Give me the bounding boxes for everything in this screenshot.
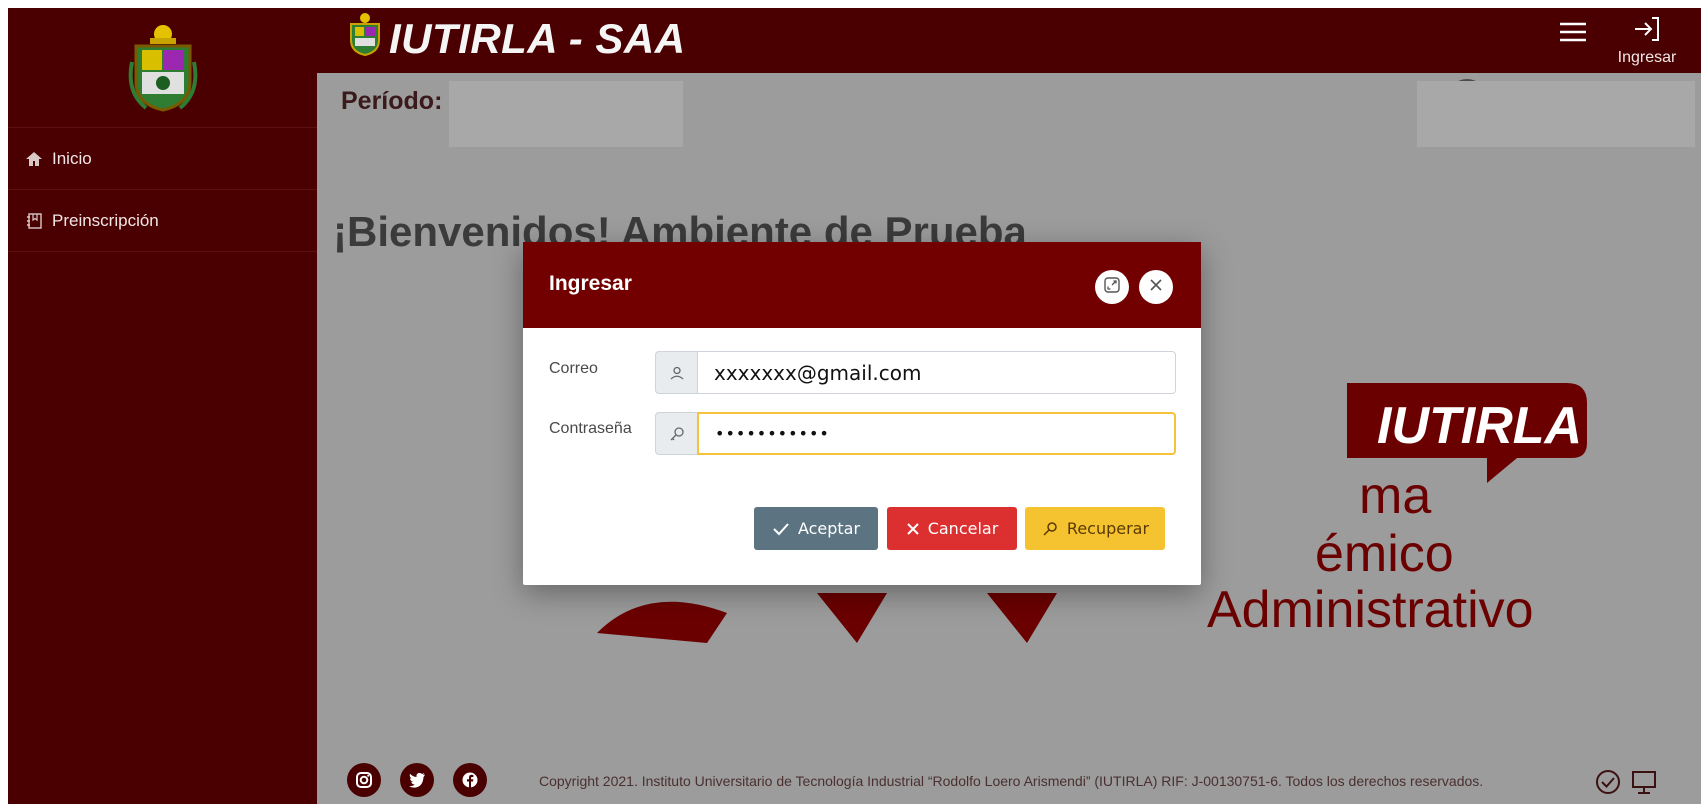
app-title-text: IUTIRLA - SAA (389, 15, 686, 62)
sidebar-logo (8, 8, 317, 128)
check-icon (772, 522, 790, 536)
brand-name: IUTIRLA (1377, 397, 1582, 455)
x-icon (906, 522, 920, 536)
close-button[interactable] (1139, 270, 1173, 304)
app-title: IUTIRLA - SAA (347, 12, 686, 66)
modal-title: Ingresar (549, 272, 632, 295)
instagram-icon[interactable] (347, 763, 381, 797)
sidebar-item-inicio[interactable]: Inicio (8, 128, 317, 190)
hamburger-menu-icon[interactable] (1557, 18, 1589, 46)
maximize-button[interactable] (1095, 270, 1129, 304)
login-modal: Ingresar Correo Contraseña Aceptar (523, 242, 1201, 585)
password-label: Contraseña (549, 420, 632, 437)
footer: Copyright 2021. Instituto Universitario … (317, 763, 1701, 804)
accept-label: Aceptar (797, 519, 861, 538)
recover-button[interactable]: Recuperar (1025, 507, 1165, 550)
brand-line1: ma (1359, 467, 1431, 525)
periodo-select[interactable] (449, 81, 683, 147)
user-info-box[interactable] (1417, 81, 1695, 147)
close-icon (1148, 277, 1164, 298)
home-icon (24, 149, 44, 169)
periodo-label: Período: (341, 87, 443, 115)
recover-label: Recuperar (1066, 519, 1150, 538)
twitter-icon[interactable] (400, 763, 434, 797)
crest-icon (347, 12, 383, 66)
login-icon (1607, 14, 1687, 49)
cancel-label: Cancelar (927, 519, 999, 538)
key-icon (1041, 520, 1059, 538)
copyright-text: Copyright 2021. Instituto Universitario … (539, 773, 1484, 789)
notebook-icon (24, 211, 44, 231)
email-field[interactable] (697, 351, 1176, 394)
app-frame: Inicio Preinscripción IUTIRLA - SAA Ingr… (8, 8, 1701, 804)
password-field[interactable] (697, 412, 1176, 455)
cancel-button[interactable]: Cancelar (887, 507, 1017, 550)
expand-icon (1103, 276, 1121, 299)
monitor-icon[interactable] (1629, 767, 1659, 797)
check-circle-icon[interactable] (1593, 767, 1623, 797)
login-button[interactable]: Ingresar (1607, 14, 1687, 70)
correo-label: Correo (549, 360, 598, 377)
sidebar-item-preinscripcion[interactable]: Preinscripción (8, 190, 317, 252)
facebook-icon[interactable] (453, 763, 487, 797)
accept-button[interactable]: Aceptar (754, 507, 878, 550)
key-icon (655, 412, 697, 455)
top-navbar: IUTIRLA - SAA Ingresar (317, 8, 1701, 73)
sidebar: Inicio Preinscripción (8, 8, 317, 804)
brand-line2: émico (1315, 525, 1454, 583)
sidebar-item-label: Inicio (52, 148, 92, 168)
brand-line3: Administrativo (1207, 581, 1534, 639)
user-icon (655, 351, 697, 394)
crest-icon (128, 24, 197, 112)
modal-header: Ingresar (523, 242, 1201, 328)
sidebar-item-label: Preinscripción (52, 210, 159, 230)
login-label: Ingresar (1617, 49, 1677, 66)
